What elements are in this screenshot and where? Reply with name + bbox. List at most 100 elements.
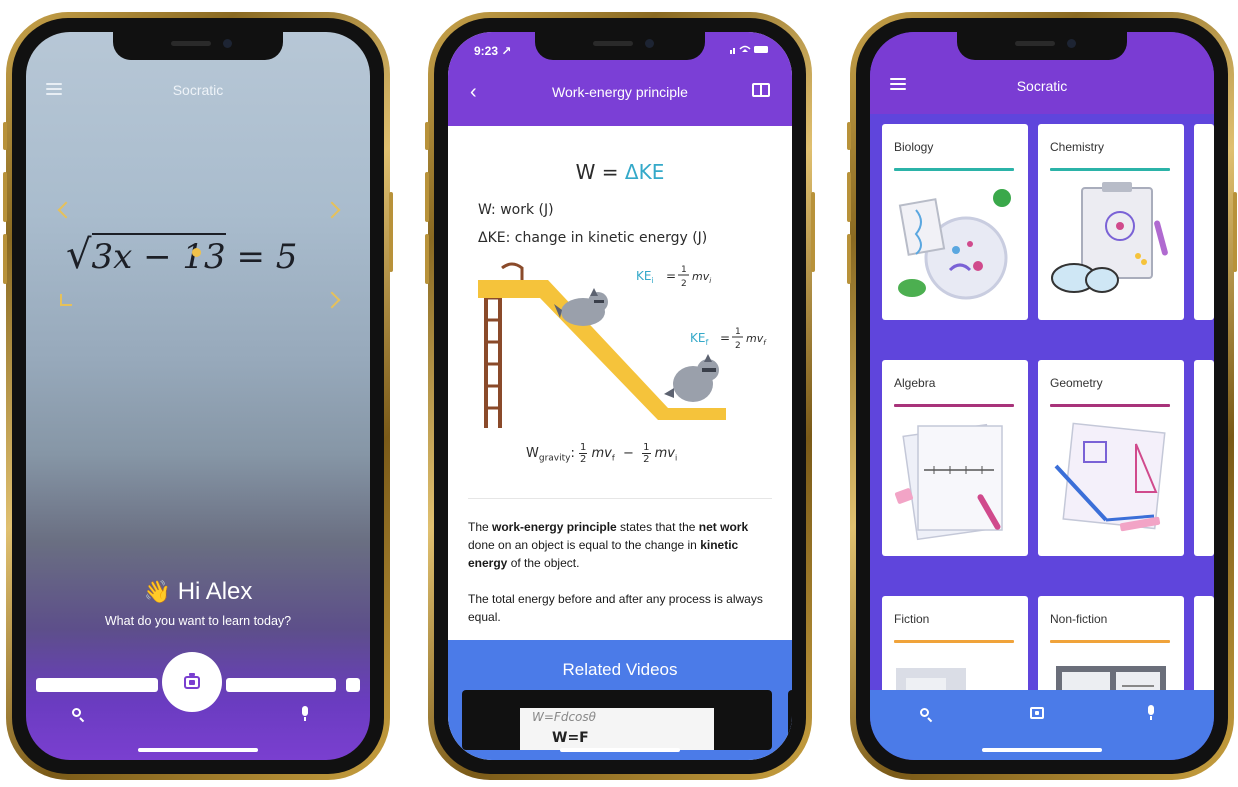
page-title: Work-energy principle	[552, 84, 688, 100]
video-frame: W=Fdcosθ W=F	[520, 708, 714, 750]
card-accent-line	[894, 640, 1014, 643]
card-label: Chemistry	[1050, 140, 1105, 154]
svg-text:2: 2	[681, 279, 687, 289]
home-indicator[interactable]	[560, 748, 680, 752]
biology-illustration-icon	[898, 189, 1011, 300]
raccoon-bottom-icon	[664, 354, 719, 402]
card-label: Geometry	[1050, 376, 1103, 390]
svg-text:1: 1	[735, 327, 741, 337]
video-scribble: W=Fdcosθ	[532, 710, 596, 724]
svg-text:KEi: KEi	[636, 269, 654, 285]
focus-bracket-bottom-left	[60, 294, 72, 306]
search-button[interactable]	[920, 708, 933, 723]
subject-card-peek[interactable]	[1194, 124, 1214, 320]
camera-button[interactable]	[1030, 707, 1044, 719]
card-accent-line	[894, 404, 1014, 407]
bottom-bar-right	[226, 678, 336, 692]
phone-side-button	[3, 122, 7, 150]
slide-illustration: KEi = 1 2 mvi KEf = 1 2 mvf	[478, 262, 767, 428]
phone-volume-up	[3, 172, 7, 222]
camera-icon	[1030, 707, 1044, 719]
notch	[957, 32, 1127, 60]
card-label: Algebra	[894, 376, 936, 390]
home-indicator[interactable]	[982, 748, 1102, 752]
algebra-illustration-icon	[894, 423, 1003, 541]
subject-card-peek[interactable]	[1194, 360, 1214, 556]
ke-initial-label: KEi = 1 2 mvi	[636, 265, 711, 289]
status-icons	[730, 44, 770, 57]
definition-ke: ΔKE: change in kinetic energy (J)	[478, 230, 708, 246]
equation-radicand: 3x − 13	[91, 233, 226, 277]
prompt-text: What do you want to learn today?	[104, 614, 292, 628]
svg-text:mvf: mvf	[746, 332, 767, 347]
subject-card-chemistry[interactable]: Chemistry	[1038, 124, 1184, 320]
app-title: Socratic	[1016, 78, 1068, 94]
gravity-work-formula: Wgravity: 12 mvf − 12 mvi	[526, 442, 678, 465]
camera-icon	[184, 672, 200, 689]
wave-icon: 👋	[143, 579, 172, 604]
search-button[interactable]	[72, 708, 85, 723]
search-icon	[72, 708, 85, 723]
microphone-button[interactable]	[1146, 705, 1156, 721]
notch	[535, 32, 705, 60]
phone-volume-down	[425, 234, 429, 284]
phone-bezel: Socratic √3x − 13 = 5 👋 Hi Alex What do …	[12, 18, 384, 774]
phone-power-button	[1233, 192, 1237, 272]
card-accent-line	[894, 168, 1014, 171]
home-indicator[interactable]	[138, 748, 258, 752]
phone-subjects-screen: Socratic Biology Chemistry Algebra Geome…	[847, 12, 1237, 780]
explainer-view: 9:23 ↗ ‹ Work-energy principle W = ΔKE W…	[448, 32, 792, 760]
formula-right: ΔKE	[624, 160, 665, 184]
card-label: Biology	[894, 140, 934, 154]
bottom-bar-left	[36, 678, 158, 692]
book-icon[interactable]	[752, 83, 770, 97]
notch	[113, 32, 283, 60]
subject-card-biology[interactable]: Biology	[882, 124, 1028, 320]
bottom-navigation	[870, 690, 1214, 760]
equation-rhs: = 5	[236, 237, 298, 277]
explanation-paragraph: The work-energy principle states that th…	[468, 520, 749, 570]
phone-volume-up	[425, 172, 429, 222]
card-accent-line	[1050, 640, 1170, 643]
microphone-button[interactable]	[300, 706, 310, 722]
svg-text:=: =	[720, 331, 730, 345]
phone-side-button	[425, 122, 429, 150]
focus-point	[192, 248, 201, 257]
ke-final-label: KEf = 1 2 mvf	[690, 327, 767, 351]
video-scribble-bold: W=F	[552, 730, 589, 746]
svg-text:mvi: mvi	[692, 270, 711, 285]
svg-text:=: =	[666, 269, 676, 283]
subjects-grid: Biology Chemistry Algebra Geometry Ficti…	[870, 114, 1214, 716]
related-videos-section: Related Videos W=Fdcosθ W=F	[448, 640, 792, 760]
phone-power-button	[389, 192, 393, 272]
signal-wifi-battery-icon	[730, 45, 768, 54]
phone-volume-down	[847, 234, 851, 284]
svg-text:KEf: KEf	[690, 331, 708, 347]
phone-side-button	[847, 122, 851, 150]
shutter-button[interactable]	[162, 652, 222, 712]
subject-card-geometry[interactable]: Geometry	[1038, 360, 1184, 556]
definition-work: W: work (J)	[478, 202, 554, 218]
phone-bezel: 9:23 ↗ ‹ Work-energy principle W = ΔKE W…	[434, 18, 806, 774]
card-label: Fiction	[894, 612, 930, 626]
video-thumbnail[interactable]: W=Fdcosθ W=F	[462, 690, 772, 750]
phone-volume-down	[3, 234, 7, 284]
card-label: Non-fiction	[1050, 612, 1108, 626]
subjects-view: Socratic Biology Chemistry Algebra Geome…	[870, 32, 1214, 760]
divider	[468, 498, 772, 499]
microphone-icon	[1146, 705, 1156, 721]
bottom-bar-tip	[346, 678, 360, 692]
search-icon	[920, 708, 933, 723]
subject-card-algebra[interactable]: Algebra	[882, 360, 1028, 556]
next-video-peek[interactable]	[788, 690, 792, 750]
focus-bracket-bottom-right	[323, 291, 341, 309]
chemistry-illustration-icon	[1051, 182, 1168, 293]
related-videos-title: Related Videos	[562, 660, 678, 679]
focus-bracket-top-left	[57, 201, 75, 219]
camera-viewfinder[interactable]: Socratic √3x − 13 = 5 👋 Hi Alex What do …	[26, 32, 370, 760]
greeting-text: Hi Alex	[177, 578, 253, 605]
status-time: 9:23 ↗	[474, 44, 512, 58]
phone-camera-screen: Socratic √3x − 13 = 5 👋 Hi Alex What do …	[3, 12, 393, 780]
radical-sign: √	[66, 232, 92, 278]
microphone-icon	[300, 706, 310, 722]
